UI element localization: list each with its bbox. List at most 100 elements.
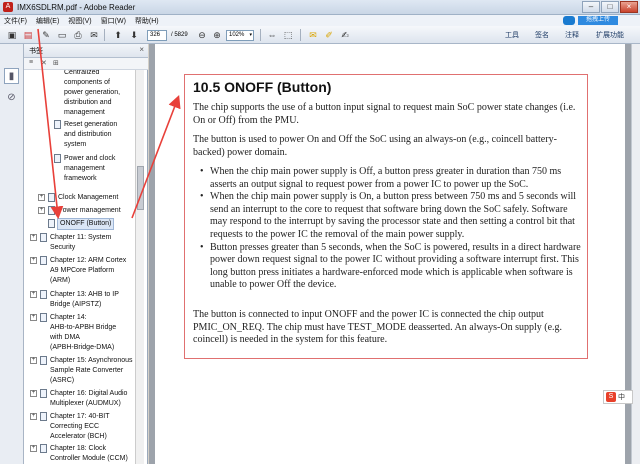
section-heading: 10.5 ONOFF (Button) xyxy=(193,79,332,95)
maximize-button[interactable]: □ xyxy=(601,1,619,13)
close-panel-icon[interactable]: × xyxy=(139,45,144,54)
bookmarks-title: 书签 xyxy=(29,48,43,55)
bookmark-label: Chapter 15: Asynchronous Sample Rate Con… xyxy=(50,357,133,384)
bookmark-page-icon xyxy=(40,356,47,365)
edit-icon[interactable]: ✎ xyxy=(40,29,52,41)
page-total: / 5829 xyxy=(171,32,188,38)
next-page-icon[interactable]: ⬇ xyxy=(128,29,140,41)
bookmark-page-icon xyxy=(54,154,61,163)
bookmark-page-icon xyxy=(54,120,61,129)
bookmark-label: Chapter 12: ARM Cortex A9 MPCore Platfor… xyxy=(50,257,127,284)
close-button[interactable]: × xyxy=(620,1,638,13)
toolbar: ▣ ▤ ✎ ▭ ⎙ ✉ ⬆ ⬇ 326 / 5829 ⊖ ⊕ 102% ▾ ⇔ ⬚… xyxy=(0,26,640,44)
expand-icon[interactable]: + xyxy=(30,357,37,364)
options-icon[interactable]: ≡ xyxy=(29,59,33,66)
fit-width-icon[interactable]: ⇔ xyxy=(266,29,278,41)
bullet-item: When the chip main power supply is Off, … xyxy=(200,166,585,191)
bookmark-label: Power and clock management framework xyxy=(64,155,116,182)
comment-link[interactable]: 注释 xyxy=(565,30,579,40)
expand-icon[interactable]: + xyxy=(38,207,45,214)
bookmarks-scrollbar[interactable] xyxy=(135,70,144,464)
adobe-reader-icon: A xyxy=(3,2,13,12)
bookmark-label: Power management xyxy=(58,207,121,214)
expand-icon[interactable]: + xyxy=(30,234,37,241)
zoom-value: 102% xyxy=(229,32,245,38)
bookmark-label: ONOFF (Button) xyxy=(56,218,115,230)
save-icon[interactable]: ▭ xyxy=(56,29,68,41)
bookmark-label: Chapter 11: System Security xyxy=(50,234,112,251)
open-file-icon[interactable]: ▤ xyxy=(22,29,34,41)
scrollbar-thumb[interactable] xyxy=(137,166,144,210)
expand-icon[interactable]: + xyxy=(38,194,45,201)
comment-icon[interactable]: ✉ xyxy=(307,29,319,41)
email-icon[interactable]: ✉ xyxy=(88,29,100,41)
bookmark-page-icon xyxy=(40,389,47,398)
ime-indicator[interactable]: S 中 xyxy=(603,390,633,404)
cloud-upload-icon xyxy=(562,16,575,25)
title-bar: A IMX6SDLRM.pdf - Adobe Reader – □ × xyxy=(0,0,640,15)
bookmarks-header: 书签 × xyxy=(24,44,148,58)
delete-bookmark-icon[interactable]: ✕ xyxy=(41,59,47,67)
bookmark-page-icon xyxy=(40,444,47,453)
zoom-select[interactable]: 102% ▾ xyxy=(226,30,254,41)
bookmark-page-icon xyxy=(48,219,55,228)
highlight-icon[interactable]: ✐ xyxy=(323,29,335,41)
fit-page-icon[interactable]: ⬚ xyxy=(282,29,294,41)
paragraph-power: The button is used to power On and Off t… xyxy=(193,134,557,158)
extended-link[interactable]: 扩展功能 xyxy=(596,30,624,40)
bookmarks-panel: 书签 × ≡ ✕ ⊞ Centralized components of pow… xyxy=(24,44,148,464)
page-number-input[interactable]: 326 xyxy=(147,30,167,41)
bookmark-label: Reset generation and distribution system xyxy=(64,121,118,148)
bookmark-label: Chapter 17: 40-BIT Correcting ECC Accele… xyxy=(50,413,110,440)
sign-icon[interactable]: ✍ xyxy=(339,29,351,41)
bookmark-page-icon xyxy=(40,233,47,242)
expand-icon[interactable]: + xyxy=(30,314,37,321)
bookmark-page-icon xyxy=(48,193,55,202)
paragraph-connection: The button is connected to input ONOFF a… xyxy=(193,309,563,346)
create-pdf-icon[interactable]: ▣ xyxy=(6,29,18,41)
menu-edit[interactable]: 编辑(E) xyxy=(36,16,59,26)
bookmark-page-icon xyxy=(40,412,47,421)
bookmark-label: Centralized components of power generati… xyxy=(64,70,121,116)
bookmark-page-icon xyxy=(40,256,47,265)
minimize-button[interactable]: – xyxy=(582,1,600,13)
menu-view[interactable]: 视图(V) xyxy=(68,16,91,26)
menu-help[interactable]: 帮助(H) xyxy=(135,16,159,26)
bullet-item: Button presses greater than 5 seconds, w… xyxy=(200,242,585,292)
window-title: IMX6SDLRM.pdf - Adobe Reader xyxy=(17,2,136,12)
expand-icon[interactable]: + xyxy=(30,390,37,397)
bookmark-page-icon xyxy=(48,206,55,215)
navigation-pane-tabs: ▮ ⊘ xyxy=(0,44,24,464)
chevron-down-icon: ▾ xyxy=(249,32,252,38)
bookmark-page-icon xyxy=(40,290,47,299)
ime-mode-label: 中 xyxy=(618,394,625,401)
print-icon[interactable]: ⎙ xyxy=(72,29,84,41)
menu-bar: 文件(F) 编辑(E) 视图(V) 窗口(W) 帮助(H) 拖拽上传 xyxy=(0,15,640,26)
zoom-out-icon[interactable]: ⊖ xyxy=(196,29,208,41)
zoom-in-icon[interactable]: ⊕ xyxy=(211,29,223,41)
tools-link[interactable]: 工具 xyxy=(505,30,519,40)
bookmarks-toolbar: ≡ ✕ ⊞ xyxy=(24,58,148,70)
new-bookmark-icon[interactable]: ⊞ xyxy=(53,59,59,67)
expand-icon[interactable]: + xyxy=(30,413,37,420)
previous-page-icon[interactable]: ⬆ xyxy=(112,29,124,41)
bookmarks-tab-icon[interactable]: ▮ xyxy=(4,68,19,84)
bookmark-label: Chapter 13: AHB to IP Bridge (AIPSTZ) xyxy=(50,291,119,308)
expand-icon[interactable]: + xyxy=(30,291,37,298)
bookmark-label: Clock Management xyxy=(58,194,119,201)
menu-file[interactable]: 文件(F) xyxy=(4,16,27,26)
sign-link[interactable]: 签名 xyxy=(535,30,549,40)
bookmarks-tree: Centralized components of power generati… xyxy=(24,70,136,464)
expand-icon[interactable]: + xyxy=(30,257,37,264)
expand-icon[interactable]: + xyxy=(30,445,37,452)
upload-tip[interactable]: 拖拽上传 xyxy=(562,15,618,26)
bookmark-label: Chapter 18: Clock Controller Module (CCM… xyxy=(50,445,128,462)
upload-tip-label: 拖拽上传 xyxy=(577,16,618,25)
paragraph-intro: The chip supports the use of a button in… xyxy=(193,102,576,126)
attachments-tab-icon[interactable]: ⊘ xyxy=(4,90,19,106)
bullet-item: When the chip main power supply is On, a… xyxy=(200,191,585,241)
menu-window[interactable]: 窗口(W) xyxy=(101,16,126,26)
bookmark-label: Chapter 14: AHB-to-APBH Bridge with DMA … xyxy=(50,314,117,351)
sogou-icon: S xyxy=(606,392,616,402)
bullet-list: When the chip main power supply is Off, … xyxy=(200,166,585,292)
